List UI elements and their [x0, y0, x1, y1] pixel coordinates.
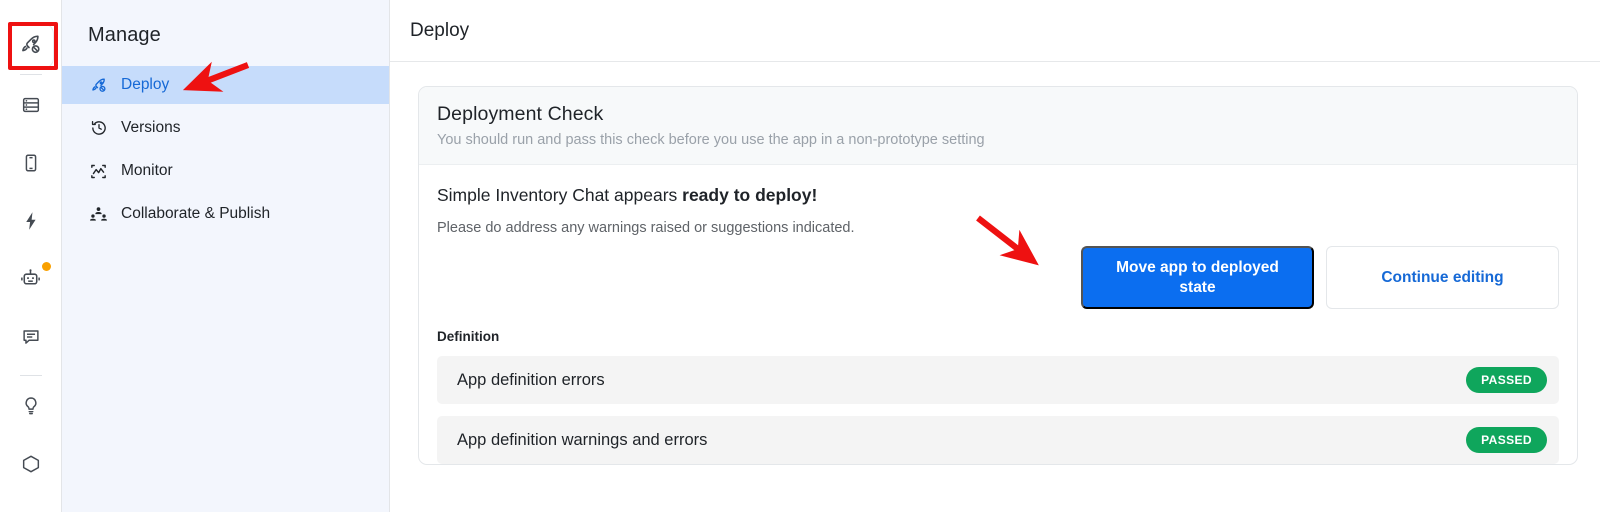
check-row: App definition warnings and errors PASSE…	[437, 416, 1559, 464]
sidebar-title: Manage	[88, 24, 161, 46]
deployment-check-card: Deployment Check You should run and pass…	[418, 86, 1578, 465]
sidebar-item-label: Collaborate & Publish	[121, 205, 271, 223]
manage-sidebar: Manage Deploy Versions Monitor Collabora…	[62, 0, 390, 512]
rocket-icon	[89, 76, 108, 95]
people-icon	[89, 205, 108, 224]
move-app-to-deployed-state-button[interactable]: Move app to deployed state	[1081, 246, 1314, 309]
rail-item-robot[interactable]	[9, 259, 53, 303]
check-label: App definition warnings and errors	[457, 430, 708, 449]
monitor-chart-icon	[89, 162, 108, 181]
lightning-icon	[20, 210, 42, 237]
cube-icon	[20, 453, 42, 480]
rail-item-rocket[interactable]	[8, 24, 53, 68]
main-header-bar: Deploy	[390, 0, 1600, 62]
card-header: Deployment Check You should run and pass…	[419, 87, 1577, 165]
definition-section-label: Definition	[437, 329, 500, 344]
rail-item-database[interactable]	[9, 85, 53, 129]
status-badge: PASSED	[1466, 367, 1547, 393]
deploy-status-subtext: Please do address any warnings raised or…	[437, 220, 855, 236]
action-button-row: Move app to deployed state Continue edit…	[437, 246, 1559, 309]
sidebar-item-deploy[interactable]: Deploy	[62, 66, 389, 104]
rail-item-mobile[interactable]	[9, 143, 53, 187]
mobile-icon	[20, 152, 42, 179]
sidebar-item-label: Versions	[121, 119, 181, 137]
check-label: App definition errors	[457, 370, 605, 389]
lightbulb-icon	[20, 395, 42, 422]
continue-editing-button[interactable]: Continue editing	[1326, 246, 1559, 309]
rocket-icon	[19, 32, 43, 61]
left-icon-rail	[0, 0, 62, 512]
rail-item-chat[interactable]	[9, 317, 53, 361]
page-title: Deploy	[410, 19, 470, 41]
rail-item-lightning[interactable]	[9, 201, 53, 245]
rail-item-partial-bottom[interactable]	[9, 444, 53, 488]
chat-icon	[20, 326, 42, 353]
card-title: Deployment Check	[437, 103, 604, 125]
deploy-status-strong: ready to deploy!	[682, 185, 818, 205]
sidebar-item-label: Monitor	[121, 162, 173, 180]
sidebar-item-monitor[interactable]: Monitor	[62, 152, 389, 190]
notification-dot-badge	[41, 262, 51, 271]
robot-icon	[19, 267, 42, 295]
deploy-status-prefix: Simple Inventory Chat appears	[437, 185, 683, 205]
content-wrapper: Deployment Check You should run and pass…	[390, 62, 1600, 465]
status-badge: PASSED	[1466, 427, 1547, 453]
sidebar-item-collaborate-and-publish[interactable]: Collaborate & Publish	[62, 195, 389, 233]
app-root: Manage Deploy Versions Monitor Collabora…	[0, 0, 1600, 512]
sidebar-item-label: Deploy	[121, 76, 170, 94]
rail-divider-1	[19, 74, 42, 75]
database-icon	[20, 94, 42, 121]
deploy-status-line: Simple Inventory Chat appears ready to d…	[437, 185, 1559, 206]
rail-item-lightbulb[interactable]	[9, 386, 53, 430]
check-row: App definition errors PASSED	[437, 356, 1559, 404]
sidebar-item-versions[interactable]: Versions	[62, 109, 389, 147]
card-subtitle: You should run and pass this check befor…	[437, 132, 985, 148]
main-content: Deploy Deployment Check You should run a…	[390, 0, 1600, 512]
sidebar-nav-list: Deploy Versions Monitor Collaborate & Pu…	[62, 66, 389, 233]
rail-divider-2	[19, 375, 42, 376]
history-icon	[89, 119, 108, 138]
card-body: Simple Inventory Chat appears ready to d…	[419, 165, 1577, 464]
